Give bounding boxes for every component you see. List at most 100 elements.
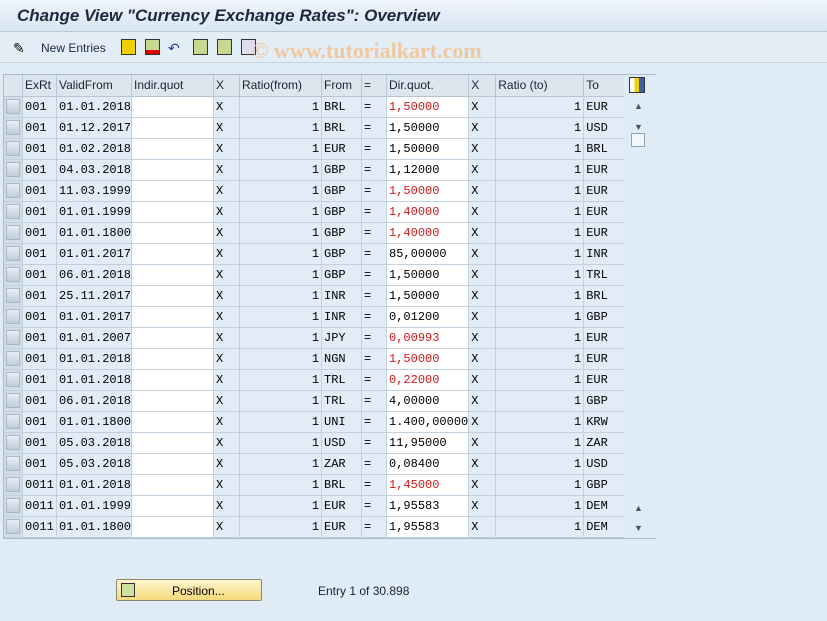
- cell-indir-quot[interactable]: [131, 390, 215, 412]
- cell-dir-quot[interactable]: 0,01200: [386, 306, 470, 328]
- cell-indir-quot[interactable]: [131, 411, 215, 433]
- row-selector[interactable]: [4, 180, 23, 202]
- row-selector[interactable]: [4, 264, 23, 286]
- cell-indir-quot[interactable]: [131, 243, 215, 265]
- new-entries-button[interactable]: New Entries: [41, 41, 106, 55]
- cell-ratio-from: 1: [239, 201, 323, 223]
- cell-indir-quot[interactable]: [131, 138, 215, 160]
- row-selector[interactable]: [4, 348, 23, 370]
- cell-indir-quot[interactable]: [131, 306, 215, 328]
- cell-exrt: 001: [22, 180, 57, 202]
- cell-from: TRL: [321, 369, 363, 391]
- cell-indir-quot[interactable]: [131, 180, 215, 202]
- cell-dir-quot[interactable]: 1,95583: [386, 495, 470, 517]
- cell-dir-quot[interactable]: 0,08400: [386, 453, 470, 475]
- header-valid-from[interactable]: ValidFrom: [56, 75, 133, 97]
- cell-dir-quot[interactable]: 1,95583: [386, 516, 470, 538]
- column-settings-icon[interactable]: [629, 77, 645, 93]
- row-selector[interactable]: [4, 96, 23, 118]
- cell-indir-quot[interactable]: [131, 432, 215, 454]
- cell-dir-quot[interactable]: 85,00000: [386, 243, 470, 265]
- row-selector[interactable]: [4, 222, 23, 244]
- cell-dir-quot[interactable]: 1,50000: [386, 180, 470, 202]
- cell-dir-quot[interactable]: 1,40000: [386, 201, 470, 223]
- select-block-icon[interactable]: [217, 39, 232, 55]
- header-dir-x[interactable]: X: [468, 75, 497, 97]
- header-from[interactable]: From: [321, 75, 363, 97]
- cell-indir-quot[interactable]: [131, 348, 215, 370]
- header-indir-quot[interactable]: Indir.quot: [131, 75, 215, 97]
- row-selector[interactable]: [4, 327, 23, 349]
- row-selector[interactable]: [4, 138, 23, 160]
- row-selector[interactable]: [4, 201, 23, 223]
- entry-count: Entry 1 of 30.898: [318, 584, 410, 598]
- row-selector[interactable]: [4, 285, 23, 307]
- cell-indir-quot[interactable]: [131, 264, 215, 286]
- row-selector[interactable]: [4, 117, 23, 139]
- cell-indir-quot[interactable]: [131, 285, 215, 307]
- cell-dir-quot[interactable]: 1.400,00000: [386, 411, 470, 433]
- scroll-up-bottom-icon[interactable]: ▲: [634, 503, 643, 513]
- row-selector[interactable]: [4, 516, 23, 538]
- cell-indir-quot[interactable]: [131, 516, 215, 538]
- cell-indir-quot[interactable]: [131, 159, 215, 181]
- cell-dir-quot[interactable]: 1,45000: [386, 474, 470, 496]
- row-selector[interactable]: [4, 495, 23, 517]
- cell-indir-quot[interactable]: [131, 327, 215, 349]
- header-exrt[interactable]: ExRt: [22, 75, 57, 97]
- cell-dir-quot[interactable]: 0,22000: [386, 369, 470, 391]
- row-selector[interactable]: [4, 453, 23, 475]
- cell-equals: =: [361, 369, 388, 391]
- cell-valid-from: 01.01.1999: [56, 201, 133, 223]
- row-selector[interactable]: [4, 243, 23, 265]
- cell-dir-quot[interactable]: 1,50000: [386, 264, 470, 286]
- row-selector[interactable]: [4, 390, 23, 412]
- select-all-icon[interactable]: [193, 39, 208, 55]
- display-change-icon[interactable]: ✎: [13, 40, 25, 56]
- cell-dir-quot[interactable]: 1,50000: [386, 96, 470, 118]
- cell-indir-quot[interactable]: [131, 117, 215, 139]
- header-equals[interactable]: =: [361, 75, 388, 97]
- cell-dir-quot[interactable]: 4,00000: [386, 390, 470, 412]
- cell-dir-quot[interactable]: 0,00993: [386, 327, 470, 349]
- cell-indir-quot[interactable]: [131, 453, 215, 475]
- scroll-down-icon[interactable]: ▼: [634, 122, 643, 132]
- cell-indir-quot[interactable]: [131, 495, 215, 517]
- row-selector[interactable]: [4, 474, 23, 496]
- header-ratio-from[interactable]: Ratio(from): [239, 75, 323, 97]
- cell-indir-quot[interactable]: [131, 201, 215, 223]
- row-selector[interactable]: [4, 411, 23, 433]
- cell-indir-quot[interactable]: [131, 369, 215, 391]
- copy-icon[interactable]: [121, 39, 136, 55]
- cell-to: BRL: [583, 138, 626, 160]
- row-selector[interactable]: [4, 432, 23, 454]
- header-ratio-to[interactable]: Ratio (to): [495, 75, 585, 97]
- delete-icon[interactable]: [145, 39, 160, 55]
- cell-equals: =: [361, 96, 388, 118]
- vertical-scrollbar[interactable]: ▲ ▼ ▲ ▼: [624, 75, 656, 538]
- cell-dir-quot[interactable]: 11,95000: [386, 432, 470, 454]
- cell-dir-quot[interactable]: 1,40000: [386, 222, 470, 244]
- cell-to: EUR: [583, 180, 626, 202]
- header-indir-x[interactable]: X: [213, 75, 241, 97]
- cell-dir-quot[interactable]: 1,50000: [386, 285, 470, 307]
- cell-dir-quot[interactable]: 1,50000: [386, 117, 470, 139]
- header-dir-quot[interactable]: Dir.quot.: [386, 75, 470, 97]
- row-selector[interactable]: [4, 159, 23, 181]
- row-selector[interactable]: [4, 369, 23, 391]
- scroll-up-icon[interactable]: ▲: [634, 101, 643, 111]
- cell-dir-quot[interactable]: 1,12000: [386, 159, 470, 181]
- undo-icon[interactable]: ↶: [168, 40, 180, 56]
- cell-dir-quot[interactable]: 1,50000: [386, 348, 470, 370]
- select-all-header[interactable]: [4, 75, 23, 97]
- cell-to: EUR: [583, 96, 626, 118]
- cell-indir-quot[interactable]: [131, 96, 215, 118]
- cell-dir-quot[interactable]: 1,50000: [386, 138, 470, 160]
- scroll-down-bottom-icon[interactable]: ▼: [634, 523, 643, 533]
- row-selector[interactable]: [4, 306, 23, 328]
- position-button[interactable]: Position...: [116, 579, 262, 601]
- cell-indir-quot[interactable]: [131, 474, 215, 496]
- header-to[interactable]: To: [583, 75, 626, 97]
- scroll-thumb[interactable]: [631, 133, 645, 147]
- cell-indir-quot[interactable]: [131, 222, 215, 244]
